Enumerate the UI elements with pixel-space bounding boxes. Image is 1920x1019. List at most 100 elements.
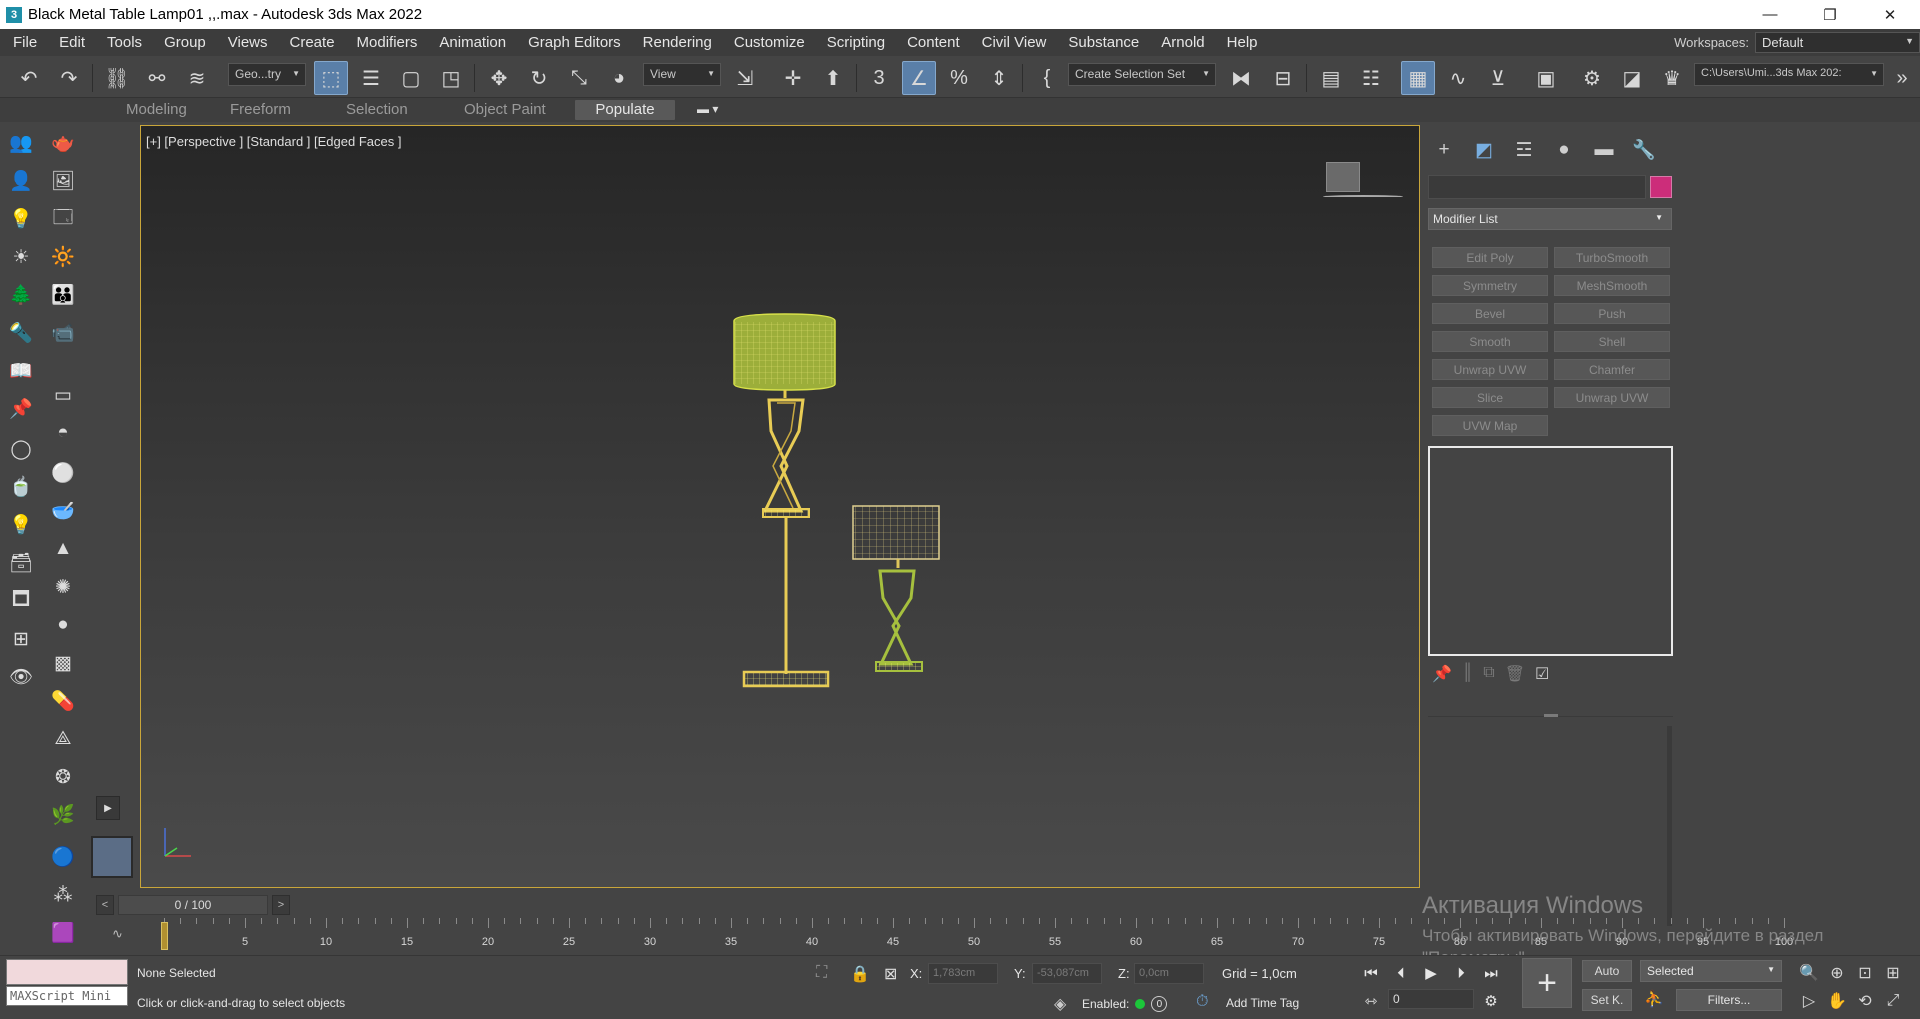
torus-icon[interactable]: ◯	[6, 434, 36, 464]
menu-modifiers[interactable]: Modifiers	[346, 34, 429, 51]
pin-icon[interactable]: 📌	[6, 394, 36, 424]
image-icon[interactable]: 🗔	[48, 204, 78, 234]
hierarchy-tab-icon[interactable]: ☲	[1504, 136, 1544, 164]
eye-icon[interactable]: 👁	[6, 662, 36, 692]
y-coordinate-field[interactable]: -53,087cm	[1032, 963, 1102, 984]
floor-lamp-mesh[interactable]	[733, 313, 836, 688]
show-end-result-icon[interactable]: ║	[1462, 664, 1473, 686]
panel-icon[interactable]: 🗖	[6, 586, 36, 616]
zoom-extents-icon[interactable]: ⊡	[1854, 962, 1876, 984]
bind-spacewarp-icon[interactable]: ≋	[180, 61, 214, 95]
tab-populate[interactable]: Populate	[575, 100, 675, 120]
maxscript-listener[interactable]	[6, 959, 128, 985]
menu-animation[interactable]: Animation	[428, 34, 517, 51]
window-crossing-icon[interactable]: ◳	[434, 61, 468, 95]
edit-named-selection-icon[interactable]: {	[1030, 61, 1064, 95]
zoom-icon[interactable]: 🔍	[1798, 962, 1820, 984]
menu-content[interactable]: Content	[896, 34, 971, 51]
tab-freeform[interactable]: Freeform	[222, 100, 299, 120]
absolute-mode-icon[interactable]: ⊠	[884, 964, 897, 984]
scale-icon[interactable]: ⤡	[562, 61, 596, 95]
set-key-icon[interactable]: +	[1522, 958, 1572, 1008]
menu-scripting[interactable]: Scripting	[816, 34, 896, 51]
pin-stack-icon[interactable]: 📌	[1432, 664, 1452, 686]
percent-snap-icon[interactable]: %	[942, 61, 976, 95]
add-time-tag[interactable]: Add Time Tag	[1226, 996, 1299, 1010]
rotate-icon[interactable]: ↻	[522, 61, 556, 95]
table-lamp-mesh[interactable]	[852, 505, 940, 672]
go-to-start-icon[interactable]: ⏮	[1360, 962, 1382, 984]
curve-editor-toggle-icon[interactable]: ∿	[112, 926, 123, 942]
filters-button[interactable]: Filters...	[1676, 989, 1782, 1011]
schematic-view-icon[interactable]: ⊻	[1481, 61, 1515, 95]
create-selection-set-dropdown[interactable]: Create Selection Set	[1068, 63, 1216, 86]
field-of-view-icon[interactable]: ▷	[1798, 990, 1820, 1012]
frame-icon[interactable]: ⊞	[6, 624, 36, 654]
unwrap-uvw-button-2[interactable]: Unwrap UVW	[1554, 387, 1670, 408]
tripod-icon[interactable]: ⟁	[48, 724, 78, 754]
ribbon-toggle-icon[interactable]: ▦	[1401, 61, 1435, 95]
panel-resize-grip[interactable]	[1544, 714, 1558, 717]
menu-customize[interactable]: Customize	[723, 34, 816, 51]
rectangular-selection-icon[interactable]: ▢	[394, 61, 428, 95]
angle-snap-icon[interactable]: ∠	[902, 61, 936, 95]
configure-modifier-sets-icon[interactable]: ☑	[1535, 664, 1549, 686]
uvw-map-button[interactable]: UVW Map	[1432, 415, 1548, 436]
time-slider[interactable]: < 0 / 100 >	[96, 895, 292, 915]
sphere-icon[interactable]: ⚪	[48, 458, 78, 488]
current-frame-field[interactable]: 0	[1388, 989, 1474, 1009]
selection-filter-dropdown[interactable]: Geo...try	[228, 63, 306, 86]
perspective-viewport[interactable]: [+] [Perspective ] [Standard ] [Edged Fa…	[140, 125, 1420, 888]
time-next-button[interactable]: >	[272, 895, 290, 915]
time-prev-button[interactable]: <	[96, 895, 114, 915]
modifier-list-dropdown[interactable]: Modifier List	[1428, 208, 1672, 230]
scene-explorer-icon[interactable]: ▤	[1314, 61, 1348, 95]
render-production-icon[interactable]: ♛	[1655, 61, 1689, 95]
motion-tab-icon[interactable]: ●	[1544, 136, 1584, 164]
menu-group[interactable]: Group	[153, 34, 217, 51]
utilities-tab-icon[interactable]: 🔧	[1624, 136, 1664, 164]
menu-civil-view[interactable]: Civil View	[971, 34, 1058, 51]
move-icon[interactable]: ✥	[482, 61, 516, 95]
select-by-name-icon[interactable]: ☰	[354, 61, 388, 95]
pivot-center-icon[interactable]: ⇲	[728, 61, 762, 95]
maxscript-mini-field[interactable]: MAXScript Mini	[6, 986, 128, 1006]
teapot-icon[interactable]: 🍵	[6, 472, 36, 502]
toolbar-overflow-icon[interactable]: »	[1888, 61, 1916, 95]
strip-expand-button[interactable]: ▶	[96, 796, 120, 820]
layer-explorer-icon[interactable]: ☷	[1354, 61, 1388, 95]
panel-scrollbar[interactable]	[1667, 726, 1672, 926]
snaps-toggle-icon[interactable]: 3	[862, 61, 896, 95]
time-tag-icon[interactable]: ⏱	[1196, 993, 1208, 1011]
chamfer-button[interactable]: Chamfer	[1554, 359, 1670, 380]
smooth-button[interactable]: Smooth	[1432, 331, 1548, 352]
particles-icon[interactable]: ⁂	[48, 880, 78, 910]
render-setup-icon[interactable]: ⚙	[1575, 61, 1609, 95]
menu-rendering[interactable]: Rendering	[632, 34, 723, 51]
bulb-outline-icon[interactable]: 💡	[6, 510, 36, 540]
make-unique-icon[interactable]: ⧉	[1483, 664, 1494, 686]
minimize-button[interactable]: —	[1740, 0, 1800, 29]
keyboard-shortcut-override-icon[interactable]: ⬆	[816, 61, 850, 95]
set-key-button[interactable]: Set K.	[1582, 989, 1632, 1011]
adaptive-degradation-icon[interactable]: ◈	[1054, 994, 1066, 1014]
menu-tools[interactable]: Tools	[96, 34, 153, 51]
place-icon[interactable]: ◕	[602, 61, 636, 95]
menu-file[interactable]: File	[0, 34, 48, 51]
orbit-icon[interactable]: ⟲	[1854, 990, 1876, 1012]
book-icon[interactable]: 📖	[6, 356, 36, 386]
menu-substance[interactable]: Substance	[1057, 34, 1150, 51]
key-mode-icon[interactable]: ⇿	[1360, 990, 1382, 1012]
modify-tab-icon[interactable]: ◩	[1464, 136, 1504, 164]
display-tab-icon[interactable]: ▬	[1584, 136, 1624, 164]
camera-icon[interactable]: 📹	[48, 318, 78, 348]
tree-icon[interactable]: 🌲	[6, 280, 36, 310]
hemisphere-icon[interactable]: ◓	[48, 418, 78, 448]
modifier-stack[interactable]	[1428, 446, 1673, 656]
meshsmooth-button[interactable]: MeshSmooth	[1554, 275, 1670, 296]
key-filter-dropdown[interactable]: Selected	[1640, 960, 1782, 982]
restore-button[interactable]: ❐	[1800, 0, 1860, 29]
define-idle-areas-icon[interactable]: 🫖	[48, 128, 78, 158]
go-to-end-icon[interactable]: ⏭	[1480, 962, 1502, 984]
time-marker[interactable]	[161, 922, 168, 950]
